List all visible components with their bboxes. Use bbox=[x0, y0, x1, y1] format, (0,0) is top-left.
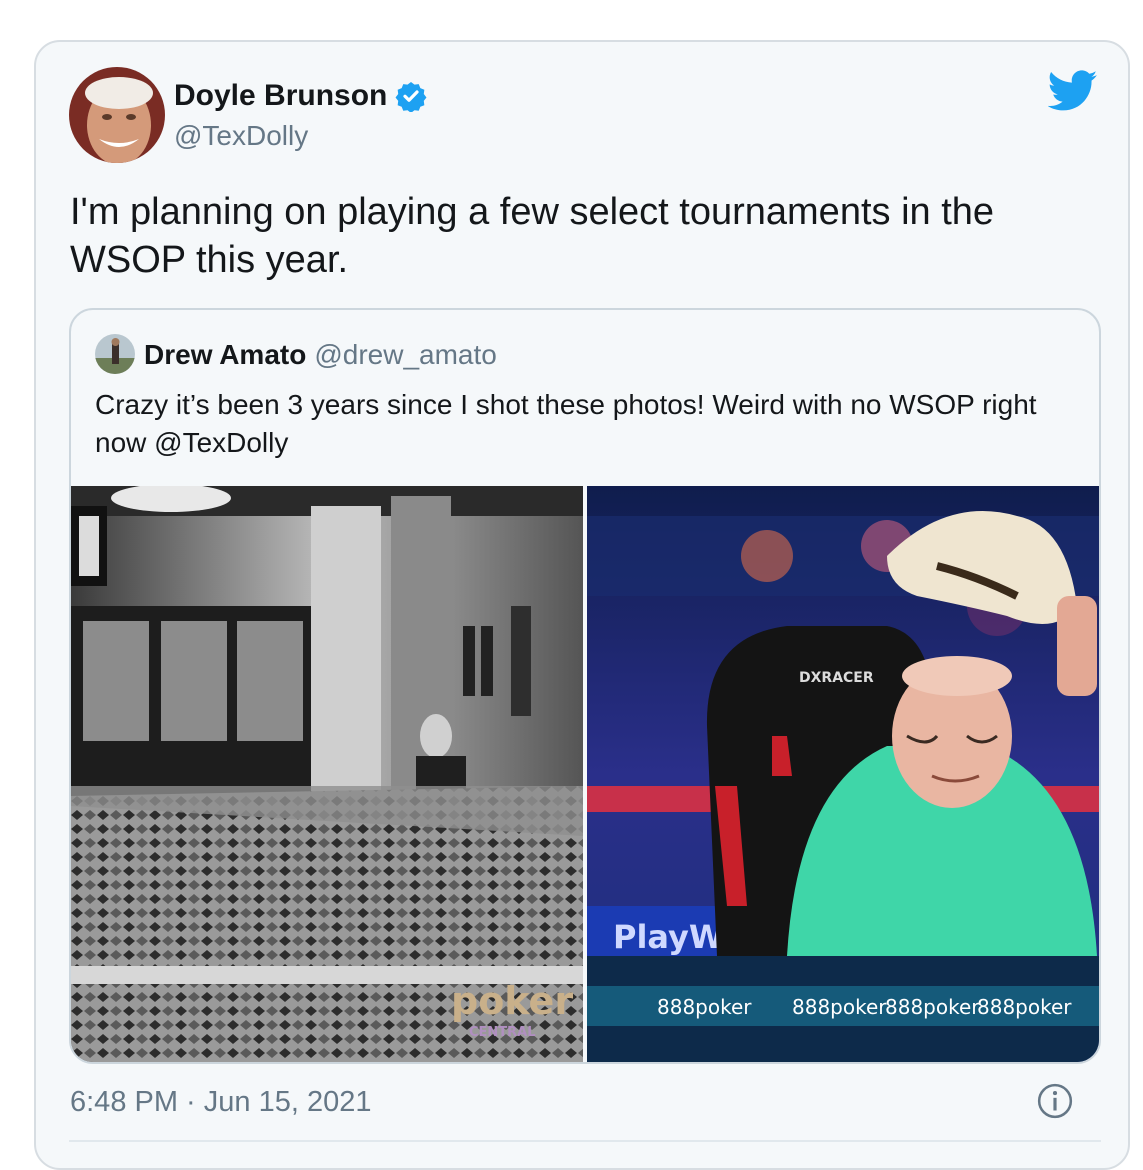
quoted-header: Drew Amato @drew_amato bbox=[144, 338, 497, 372]
author-avatar[interactable] bbox=[69, 67, 165, 163]
author-name-text[interactable]: Doyle Brunson bbox=[174, 78, 387, 114]
photo-hallway[interactable]: poker CENTRAL bbox=[71, 486, 583, 1062]
quoted-tweet-text: Crazy it’s been 3 years since I shot the… bbox=[95, 389, 1037, 458]
poker-central-watermark: poker bbox=[451, 979, 573, 1023]
tweet-timestamp[interactable]: 6:48 PM · Jun 15, 2021 bbox=[70, 1084, 371, 1120]
table-brand-1: 888poker bbox=[657, 995, 752, 1019]
author-handle[interactable]: @TexDolly bbox=[174, 119, 308, 153]
photo-player[interactable]: PlayW DXRACER 888poker 888poker 888poker… bbox=[587, 486, 1099, 1062]
chair-brand-text: DXRACER bbox=[799, 670, 874, 686]
quoted-author-name[interactable]: Drew Amato bbox=[144, 339, 306, 370]
table-brand-3: 888poker bbox=[885, 995, 980, 1019]
divider bbox=[69, 1140, 1101, 1142]
quoted-author-avatar[interactable] bbox=[95, 334, 135, 374]
info-icon[interactable] bbox=[1036, 1082, 1074, 1120]
tweet-text: I'm planning on playing a few select tou… bbox=[70, 191, 995, 281]
author-name[interactable]: Doyle Brunson bbox=[174, 78, 427, 114]
media-grid: poker CENTRAL PlayW DXRACER 888poker 888… bbox=[71, 486, 1099, 1062]
table-brand-4: 888poker bbox=[977, 995, 1072, 1019]
quoted-tweet[interactable]: Drew Amato @drew_amato Crazy it’s been 3 … bbox=[69, 308, 1101, 1064]
table-brand-2: 888poker bbox=[792, 995, 887, 1019]
verified-badge-icon bbox=[395, 80, 427, 113]
poker-central-watermark-sub: CENTRAL bbox=[469, 1025, 536, 1040]
banner-text: PlayW bbox=[613, 918, 724, 956]
twitter-bird-icon[interactable] bbox=[1047, 70, 1098, 112]
quoted-author-handle[interactable]: @drew_amato bbox=[314, 339, 497, 370]
tweet-card[interactable]: Doyle Brunson @TexDolly I'm planning on … bbox=[34, 40, 1130, 1170]
